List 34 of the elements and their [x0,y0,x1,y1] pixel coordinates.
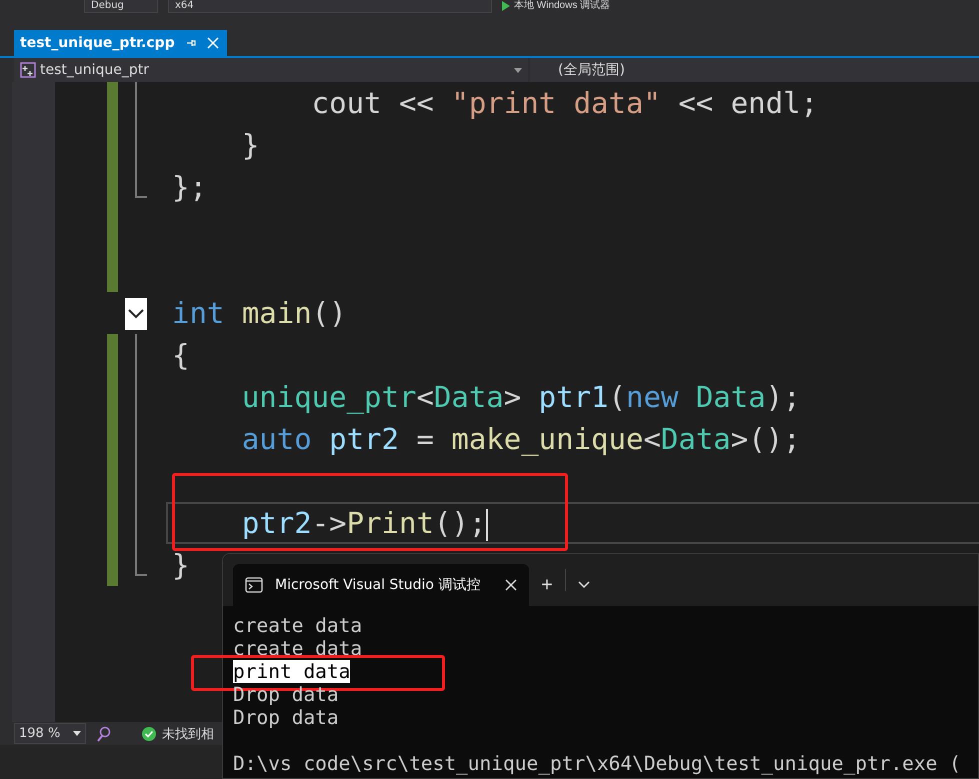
code-line: auto ptr2 = make_unique<Data>(); [240,421,801,458]
project-icon [20,62,36,78]
dropdown-arrow-icon [514,68,522,72]
close-icon[interactable] [505,579,517,591]
dropdown-arrow-icon [73,731,81,736]
run-button[interactable]: 本地 Windows 调试器 [502,0,610,12]
code-line: { [172,337,190,374]
file-tab[interactable]: test_unique_ptr.cpp [14,30,227,56]
toolbar-dropdown[interactable]: x64 [168,0,492,13]
new-tab-button[interactable]: + [529,564,565,606]
chevron-icon [128,309,144,319]
console-line: Drop data [233,706,339,729]
chevron-icon [578,581,590,589]
terminal-icon [245,577,263,593]
outline-bracket [135,166,147,198]
code-line: } [240,127,260,164]
code-line: cout << "print data" << endl; [310,85,818,122]
toolbar-dropdown[interactable]: Debug [84,0,158,13]
console-line: create data [233,637,362,660]
code-line: } [172,547,190,584]
status-message: 未找到相 [162,726,214,742]
collapse-button[interactable] [125,298,147,330]
scope-dropdown[interactable]: (全局范围) [530,58,979,82]
pin-icon[interactable] [184,37,197,49]
code-line: int main() [172,295,347,332]
project-dropdown[interactable]: test_unique_ptr [14,58,528,82]
code-line: }; [172,169,207,206]
code-line: unique_ptr<Data> ptr1(new Data); [240,379,801,416]
console-line: create data [233,614,362,637]
console-line: D:\vs code\src\test_unique_ptr\x64\Debug\test_unique_ptr.exe ( [233,752,961,775]
outline-bracket [135,544,147,576]
check-icon [142,726,156,740]
zoom-dropdown[interactable]: 198 % [14,723,86,744]
console-tab[interactable]: Microsoft Visual Studio 调试控 [233,564,529,606]
